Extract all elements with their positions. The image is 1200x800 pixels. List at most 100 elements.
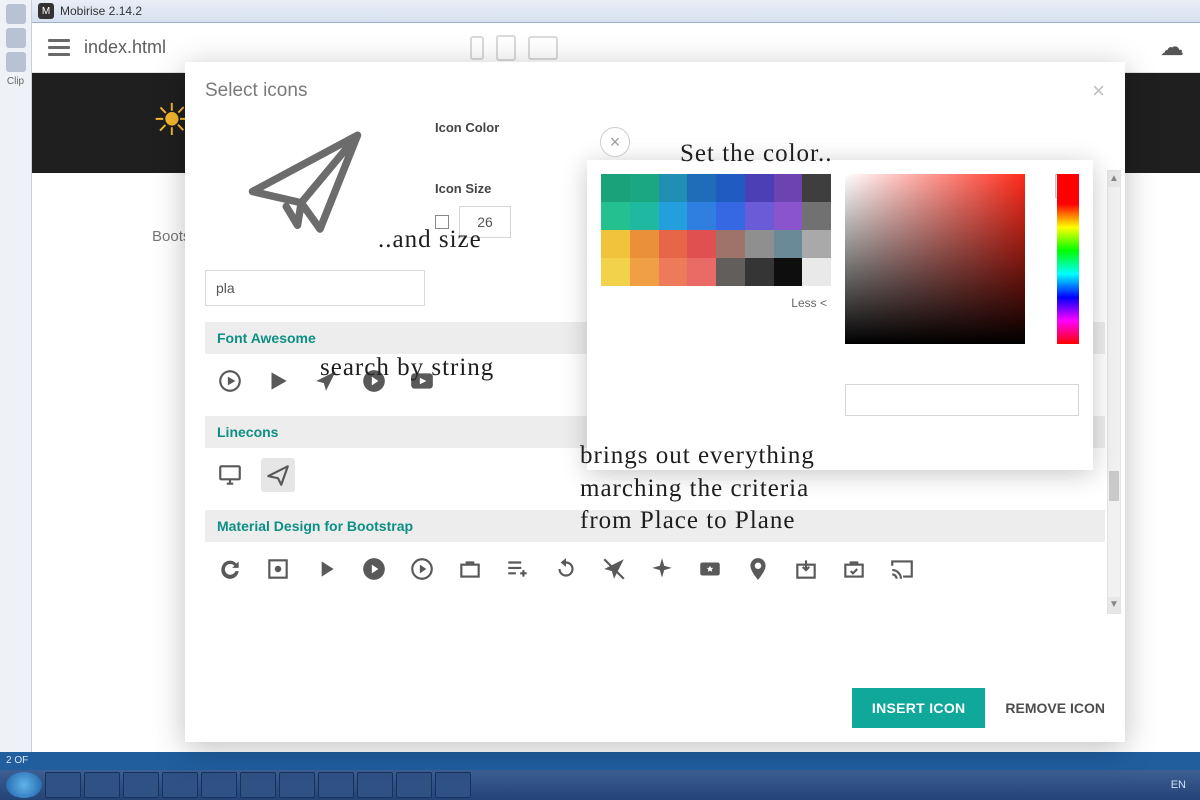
icon-size-input[interactable] [459, 206, 511, 238]
color-swatch[interactable] [745, 174, 774, 202]
play-filled-icon[interactable] [357, 552, 391, 586]
taskbar-item[interactable] [45, 772, 81, 798]
hue-preview [1057, 174, 1079, 204]
color-swatch[interactable] [601, 174, 630, 202]
play-outline-icon[interactable] [405, 552, 439, 586]
display-icon[interactable] [213, 458, 247, 492]
play-circle-outline-icon[interactable] [213, 364, 247, 398]
close-icon[interactable]: × [1092, 78, 1105, 104]
color-swatch[interactable] [659, 230, 688, 258]
color-swatch[interactable] [687, 202, 716, 230]
hue-slider[interactable] [1057, 204, 1079, 344]
local-play-icon[interactable] [693, 552, 727, 586]
color-swatch[interactable] [716, 230, 745, 258]
taskbar-item[interactable] [162, 772, 198, 798]
place-icon[interactable] [741, 552, 775, 586]
color-swatch[interactable] [601, 230, 630, 258]
color-swatch[interactable] [630, 174, 659, 202]
phone-icon[interactable] [470, 36, 484, 60]
scrollbar[interactable]: ▲ ▼ [1107, 170, 1121, 614]
insert-icon-button[interactable]: INSERT ICON [852, 688, 986, 728]
modal-title: Select icons [205, 80, 307, 102]
color-picker-popover: Less < × [587, 160, 1093, 470]
color-swatch[interactable] [630, 258, 659, 286]
size-checkbox[interactable] [435, 215, 449, 229]
youtube-play-icon[interactable] [405, 364, 439, 398]
cast-icon[interactable] [885, 552, 919, 586]
color-swatch[interactable] [802, 258, 831, 286]
color-swatch[interactable] [716, 202, 745, 230]
word-status-bar: 2 OF [0, 752, 1200, 770]
color-swatch[interactable] [687, 174, 716, 202]
taskbar-item[interactable] [396, 772, 432, 798]
taskbar-item[interactable] [435, 772, 471, 798]
paper-plane-icon[interactable] [261, 458, 295, 492]
tablet-icon[interactable] [496, 35, 516, 61]
color-swatch[interactable] [630, 230, 659, 258]
brightness-icon[interactable] [261, 552, 295, 586]
color-swatch[interactable] [802, 202, 831, 230]
icon-search-input[interactable] [205, 270, 425, 306]
color-swatch[interactable] [687, 258, 716, 286]
scroll-up-icon[interactable]: ▲ [1108, 171, 1120, 187]
custom-color-panel: × [845, 174, 1079, 456]
color-swatch[interactable] [716, 258, 745, 286]
color-popover-close-icon[interactable]: × [600, 127, 630, 157]
language-indicator[interactable]: EN [1163, 779, 1194, 791]
scroll-down-icon[interactable]: ▼ [1108, 597, 1120, 613]
taskbar-item[interactable] [318, 772, 354, 798]
color-swatch[interactable] [601, 202, 630, 230]
hex-input[interactable] [845, 384, 1079, 416]
icon-preview [215, 114, 395, 254]
airplane-off-icon[interactable] [597, 552, 631, 586]
color-swatch[interactable] [745, 258, 774, 286]
windows-taskbar: EN [0, 770, 1200, 800]
color-swatch[interactable] [716, 174, 745, 202]
color-swatch[interactable] [745, 230, 774, 258]
color-swatch[interactable] [774, 230, 803, 258]
taskbar-item[interactable] [84, 772, 120, 798]
taskbar-item[interactable] [357, 772, 393, 798]
work-check-icon[interactable] [837, 552, 871, 586]
publish-icon[interactable]: ☁ [1160, 33, 1184, 62]
play-circle-icon[interactable] [357, 364, 391, 398]
saturation-field[interactable] [845, 174, 1025, 344]
mdb-icon-grid [205, 542, 1105, 598]
color-swatch-panel: Less < [601, 174, 831, 456]
color-swatch[interactable] [802, 230, 831, 258]
refresh-icon[interactable] [213, 552, 247, 586]
section-mdb[interactable]: Material Design for Bootstrap [205, 510, 1105, 542]
remove-icon-button[interactable]: REMOVE ICON [1005, 700, 1105, 716]
replay-icon[interactable] [549, 552, 583, 586]
device-preview-group [464, 35, 564, 61]
playlist-add-icon[interactable] [501, 552, 535, 586]
color-swatch[interactable] [774, 174, 803, 202]
color-swatch[interactable] [802, 174, 831, 202]
color-swatch[interactable] [659, 202, 688, 230]
color-swatch[interactable] [774, 202, 803, 230]
color-swatch[interactable] [659, 174, 688, 202]
taskbar-item[interactable] [279, 772, 315, 798]
color-swatch[interactable] [774, 258, 803, 286]
start-button[interactable] [6, 772, 42, 798]
color-swatch[interactable] [745, 202, 774, 230]
play-arrow-icon[interactable] [309, 552, 343, 586]
color-swatch[interactable] [687, 230, 716, 258]
scroll-thumb[interactable] [1109, 471, 1119, 501]
taskbar-item[interactable] [201, 772, 237, 798]
plane-icon[interactable] [309, 364, 343, 398]
clipboard-label: Clip [0, 76, 31, 87]
taskbar-item[interactable] [240, 772, 276, 798]
color-swatch[interactable] [601, 258, 630, 286]
briefcase-icon[interactable] [453, 552, 487, 586]
modal-header: Select icons × [185, 62, 1125, 114]
menu-icon[interactable] [48, 35, 70, 60]
color-swatch[interactable] [659, 258, 688, 286]
taskbar-item[interactable] [123, 772, 159, 798]
desktop-icon[interactable] [528, 36, 558, 60]
less-toggle[interactable]: Less < [601, 286, 831, 320]
play-solid-icon[interactable] [261, 364, 295, 398]
color-swatch[interactable] [630, 202, 659, 230]
airplane-icon[interactable] [645, 552, 679, 586]
download-box-icon[interactable] [789, 552, 823, 586]
